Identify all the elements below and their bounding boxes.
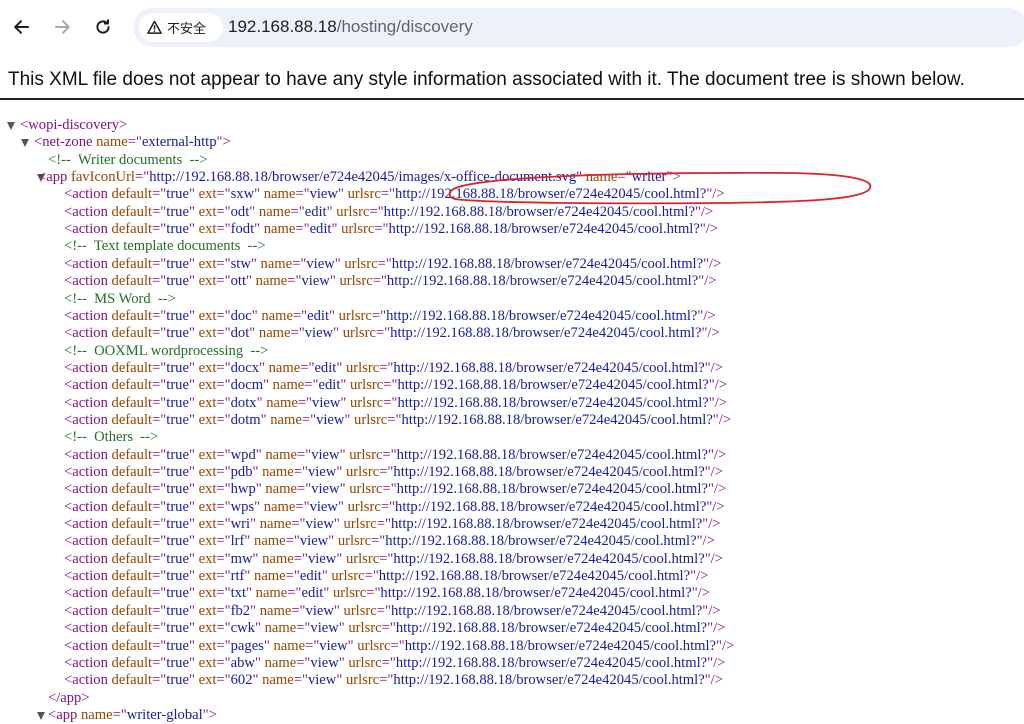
xml-action-line: <action default="true" ext="dotm" name="… — [64, 411, 732, 428]
xml-open-tag: <net-zone name="external-http"> — [34, 134, 231, 151]
xml-comment: <!-- OOXML wordprocessing --> — [64, 342, 269, 359]
xml-action-line: <action default="true" ext="sxw" name="v… — [64, 186, 725, 203]
xml-action-line: <action default="true" ext="txt" name="e… — [64, 585, 710, 602]
xml-action-line: <action default="true" ext="rtf" name="e… — [64, 568, 709, 585]
xml-open-tag: <app favIconUrl="http://192.168.88.18/br… — [38, 169, 681, 186]
xml-tree: <wopi-discovery> <net-zone name="external… — [0, 0, 1024, 723]
xml-action-line: <action default="true" ext="cwk" name="v… — [64, 620, 726, 637]
xml-close-tag: </app> — [48, 689, 90, 706]
xml-action-line: <action default="true" ext="docx" name="… — [64, 359, 723, 376]
xml-open-tag: <wopi-discovery> — [20, 117, 128, 133]
xml-action-line: <action default="true" ext="dot" name="v… — [64, 325, 720, 342]
xml-comment: <!-- Others --> — [64, 429, 159, 446]
xml-action-line: <action default="true" ext="pdb" name="v… — [64, 464, 723, 480]
xml-action-line: <action default="true" ext="lrf" name="v… — [64, 533, 715, 550]
xml-action-line: <action default="true" ext="ott" name="v… — [64, 273, 717, 290]
xml-action-line: <action default="true" ext="fodt" name="… — [64, 221, 719, 238]
collapse-toggle-icon[interactable] — [37, 711, 45, 720]
xml-action-line: <action default="true" ext="docm" name="… — [64, 377, 728, 394]
xml-action-line: <action default="true" ext="abw" name="v… — [64, 654, 726, 671]
collapse-toggle-icon[interactable] — [7, 122, 15, 130]
xml-comment: <!-- Writer documents --> — [48, 151, 208, 168]
xml-comment: <!-- Text template documents --> — [64, 238, 266, 255]
xml-action-line: <action default="true" ext="wpd" name="v… — [64, 446, 727, 463]
xml-action-line: <action default="true" ext="fb2" name="v… — [64, 602, 721, 619]
xml-action-line: <action default="true" ext="odt" name="e… — [64, 203, 714, 220]
xml-comment: <!-- MS Word --> — [64, 290, 176, 307]
xml-action-line: <action default="true" ext="pages" name=… — [64, 637, 735, 654]
xml-action-line: <action default="true" ext="wri" name="v… — [64, 516, 721, 533]
xml-action-line: <action default="true" ext="stw" name="v… — [64, 255, 722, 272]
xml-action-line: <action default="true" ext="mw" name="vi… — [64, 550, 723, 567]
xml-action-line: <action default="true" ext="dotx" name="… — [64, 394, 728, 411]
xml-action-line: <action default="true" ext="602" name="v… — [64, 672, 723, 689]
xml-action-line: <action default="true" ext="hwp" name="v… — [64, 481, 727, 498]
xml-action-line: <action default="true" ext="doc" name="e… — [64, 307, 716, 324]
xml-open-tag: <app name="writer-global"> — [48, 706, 217, 723]
collapse-toggle-icon[interactable] — [21, 139, 29, 148]
xml-action-line: <action default="true" ext="wps" name="v… — [64, 498, 725, 515]
